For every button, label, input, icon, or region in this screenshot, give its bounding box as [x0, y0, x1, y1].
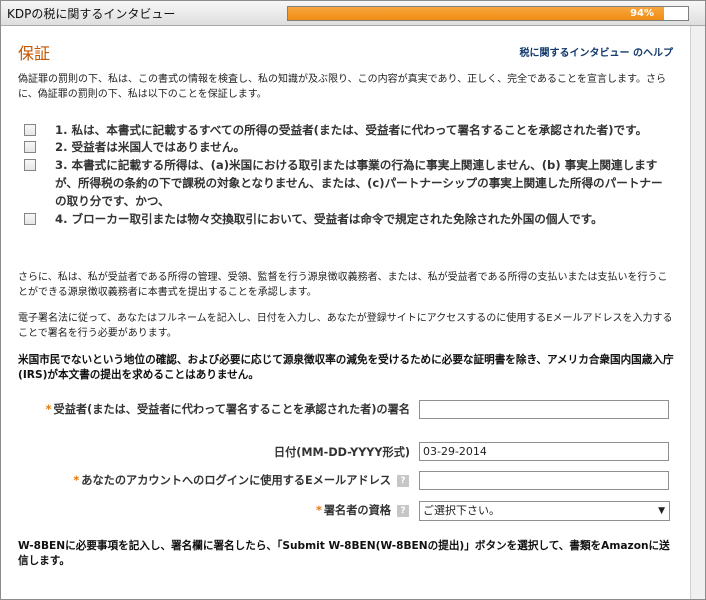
withholding-paragraph: さらに、私は、私が受益者である所得の管理、受領、監督を行う源泉徴収義務者、または… [18, 272, 668, 298]
email-help-icon[interactable]: ? [397, 475, 409, 487]
checkbox-2[interactable] [24, 141, 36, 153]
item-number: 2. [55, 140, 68, 154]
submit-instructions: W-8BENに必要事項を記入し、署名欄に署名したら、「Submit W-8BEN… [18, 540, 670, 567]
progress-label: 94% [630, 8, 654, 19]
progress-bar: 94% [287, 6, 689, 21]
signature-paragraph: 電子署名法に従って、あなたはフルネームを記入し、日付を入力し、あなたが登録サイト… [18, 313, 673, 339]
window-titlebar: KDPの税に関するインタビュー 94% [1, 1, 705, 26]
capacity-selected-value: ご選択下さい。 [423, 504, 500, 517]
progress-fill [288, 7, 664, 20]
checkbox-3[interactable] [24, 159, 36, 171]
certification-item-2: 2. 受益者は米国人ではありません。 [22, 138, 672, 156]
certification-item-1: 1. 私は、本書式に記載するすべての所得の受益者(または、受益者に代わって署名する… [22, 121, 672, 139]
capacity-label: * 署名者の資格 [316, 504, 391, 517]
form-content: 保証 税に関するインタビュー のヘルプ 偽証罪の罰則の下、私は、この書式の情報を… [1, 26, 691, 599]
vertical-scrollbar[interactable] [690, 26, 705, 599]
certification-list: 1. 私は、本書式に記載するすべての所得の受益者(または、受益者に代わって署名する… [22, 121, 672, 228]
certification-item-3: 3. 本書式に記載する所得は、(a)米国における取引または事業の行為に事実上関連し… [22, 156, 672, 210]
item-text: 本書式に記載する所得は、(a)米国における取引または事業の行為に事実上関連しませ… [55, 158, 663, 208]
capacity-select[interactable]: ご選択下さい。 ▼ [419, 501, 670, 521]
signature-label: * 受益者(または、受益者に代わって署名することを承認された者)の署名 [45, 403, 410, 416]
help-link[interactable]: 税に関するインタビュー のヘルプ [520, 44, 673, 59]
date-input[interactable]: 03-29-2014 [419, 442, 669, 461]
date-label: 日付(MM-DD-YYYY形式) [273, 446, 410, 459]
certification-item-4: 4. ブローカー取引または物々交換取引において、受益者は命令で規定された免除された… [22, 210, 672, 228]
window-title: KDPの税に関するインタビュー [7, 7, 176, 21]
email-label: * あなたのアカウントへのログインに使用するEメールアドレス [73, 474, 391, 487]
irs-notice: 米国市民でないという地位の確認、および必要に応じて源泉徴収率の減免を受けるために… [18, 354, 674, 381]
item-number: 1. [55, 123, 68, 137]
page-title: 保証 [18, 44, 51, 63]
item-number: 3. [55, 158, 68, 172]
required-marker: * [316, 504, 322, 517]
tax-interview-window: KDPの税に関するインタビュー 94% 保証 税に関するインタビュー のヘルプ … [0, 0, 706, 600]
email-input[interactable] [419, 471, 669, 490]
checkbox-1[interactable] [24, 124, 36, 136]
item-text: 私は、本書式に記載するすべての所得の受益者(または、受益者に代わって署名すること… [71, 123, 648, 137]
signature-input[interactable] [419, 400, 669, 419]
checkbox-4[interactable] [24, 213, 36, 225]
item-number: 4. [55, 212, 68, 226]
dropdown-arrow-icon: ▼ [658, 506, 665, 516]
item-text: 受益者は米国人ではありません。 [71, 140, 246, 154]
required-marker: * [45, 403, 52, 416]
intro-paragraph: 偽証罪の罰則の下、私は、この書式の情報を検査し、私の知識が及ぶ限り、この内容が真… [18, 74, 666, 100]
capacity-help-icon[interactable]: ? [397, 505, 409, 517]
item-text: ブローカー取引または物々交換取引において、受益者は命令で規定された免除された外国… [71, 212, 603, 226]
required-marker: * [73, 474, 80, 487]
